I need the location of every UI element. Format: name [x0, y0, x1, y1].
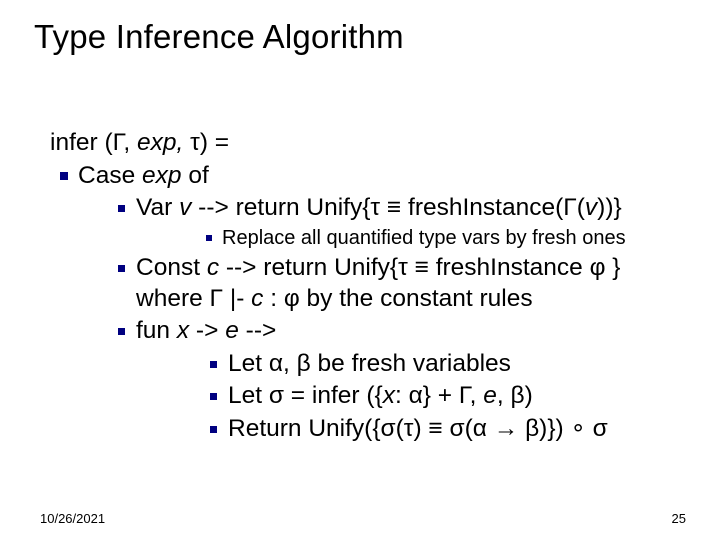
let-fresh-vars: Let α, β be fresh variables — [136, 349, 690, 380]
case-line: Case exp of Var v --> return Unify{τ ≡ f… — [50, 161, 690, 445]
fun-substeps: Let α, β be fresh variables Let σ = infe… — [136, 349, 690, 445]
slide-content: infer (Γ, exp, τ) = Case exp of Var v --… — [50, 126, 690, 445]
var-branch: Var v --> return Unify{τ ≡ freshInstance… — [78, 193, 690, 251]
slide-title: Type Inference Algorithm — [34, 18, 404, 56]
fun-branch-list: fun x -> e --> Let α, β be fresh variabl… — [78, 316, 690, 445]
level1-list: Case exp of Var v --> return Unify{τ ≡ f… — [50, 161, 690, 445]
line-infer: infer (Γ, exp, τ) = — [50, 128, 690, 159]
fun-branch: fun x -> e --> Let α, β be fresh variabl… — [78, 316, 690, 445]
const-where: where Γ |- c : φ by the constant rules — [78, 284, 690, 315]
slide: Type Inference Algorithm infer (Γ, exp, … — [0, 0, 720, 540]
return-line: Return Unify({σ(τ) ≡ σ(α → β)}) ∘ σ — [136, 414, 690, 445]
let-sigma: Let σ = infer ({x: α} + Γ, e, β) — [136, 381, 690, 412]
var-note-list: Replace all quantified type vars by fres… — [136, 226, 690, 251]
replace-note: Replace all quantified type vars by fres… — [136, 226, 690, 251]
const-branch: Const c --> return Unify{τ ≡ freshInstan… — [78, 253, 690, 284]
footer-date: 10/26/2021 — [40, 511, 105, 526]
content-list: infer (Γ, exp, τ) = — [50, 128, 690, 159]
footer-page-number: 25 — [672, 511, 686, 526]
case-branches: Var v --> return Unify{τ ≡ freshInstance… — [78, 193, 690, 283]
